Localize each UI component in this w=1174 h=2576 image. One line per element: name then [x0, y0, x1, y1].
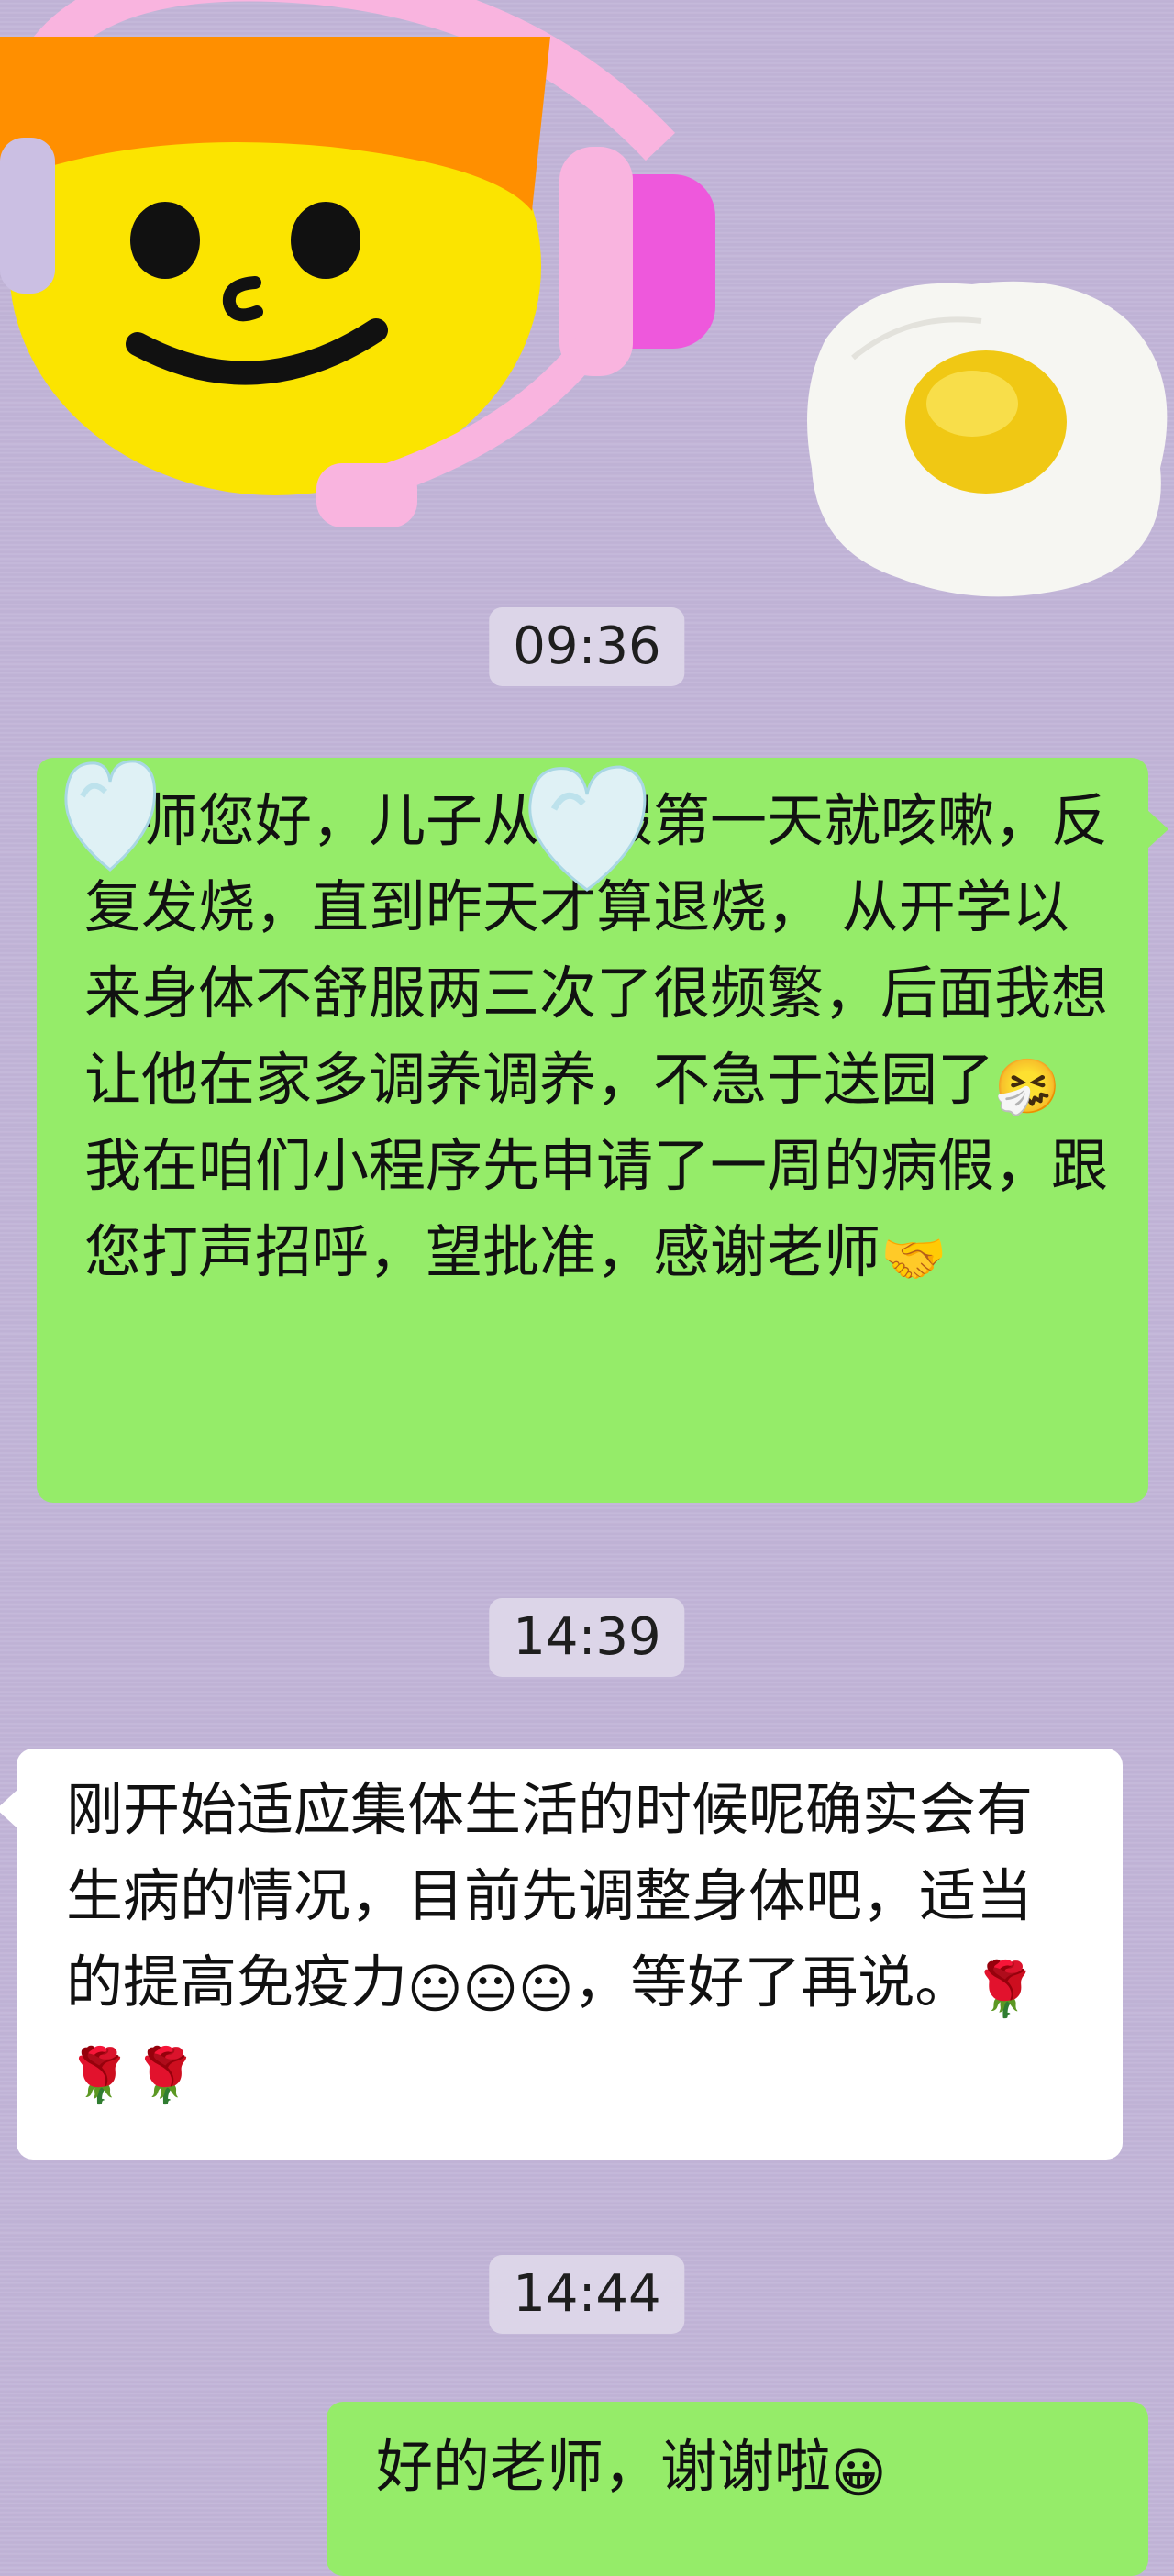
- message-text-continued: ，等好了再说。: [573, 1949, 972, 2015]
- rose-icon: 🌹: [66, 2044, 133, 2106]
- timestamp: 14:44: [489, 2255, 685, 2334]
- smiley-headset-sticker: [0, 0, 715, 527]
- heart-sticker: [64, 760, 157, 872]
- heart-sticker: [528, 765, 647, 892]
- fried-egg-sticker: [807, 281, 1168, 597]
- bubble-tail: [0, 1789, 18, 1829]
- grinning-face-icon: 😀: [831, 2442, 887, 2504]
- handshake-icon: 🤝: [880, 1227, 947, 1290]
- neutral-face-icon: 😐: [517, 1958, 574, 2020]
- neutral-face-icon: 😐: [462, 1958, 518, 2020]
- message-text-continued: 我在咱们小程序先申请了一周的病假，跟您打声招呼，望批准，感谢老师: [84, 1132, 1109, 1285]
- neutral-face-icon: 😐: [407, 1958, 463, 2020]
- sneezing-face-icon: 🤧: [994, 1055, 1061, 1117]
- bubble-tail: [1146, 809, 1168, 849]
- timestamp: 14:39: [489, 1598, 685, 1677]
- rose-icon: 🌹: [132, 2044, 199, 2106]
- message-bubble-incoming[interactable]: 刚开始适应集体生活的时候呢确实会有生病的情况，目前先调整身体吧，适当的提高免疫力…: [0, 1749, 1123, 2160]
- timestamp: 09:36: [489, 607, 685, 686]
- rose-icon: 🌹: [971, 1958, 1038, 2020]
- message-text: 好的老师，谢谢啦: [376, 2433, 832, 2500]
- message-bubble-outgoing[interactable]: 好的老师，谢谢啦😀: [327, 2402, 1148, 2576]
